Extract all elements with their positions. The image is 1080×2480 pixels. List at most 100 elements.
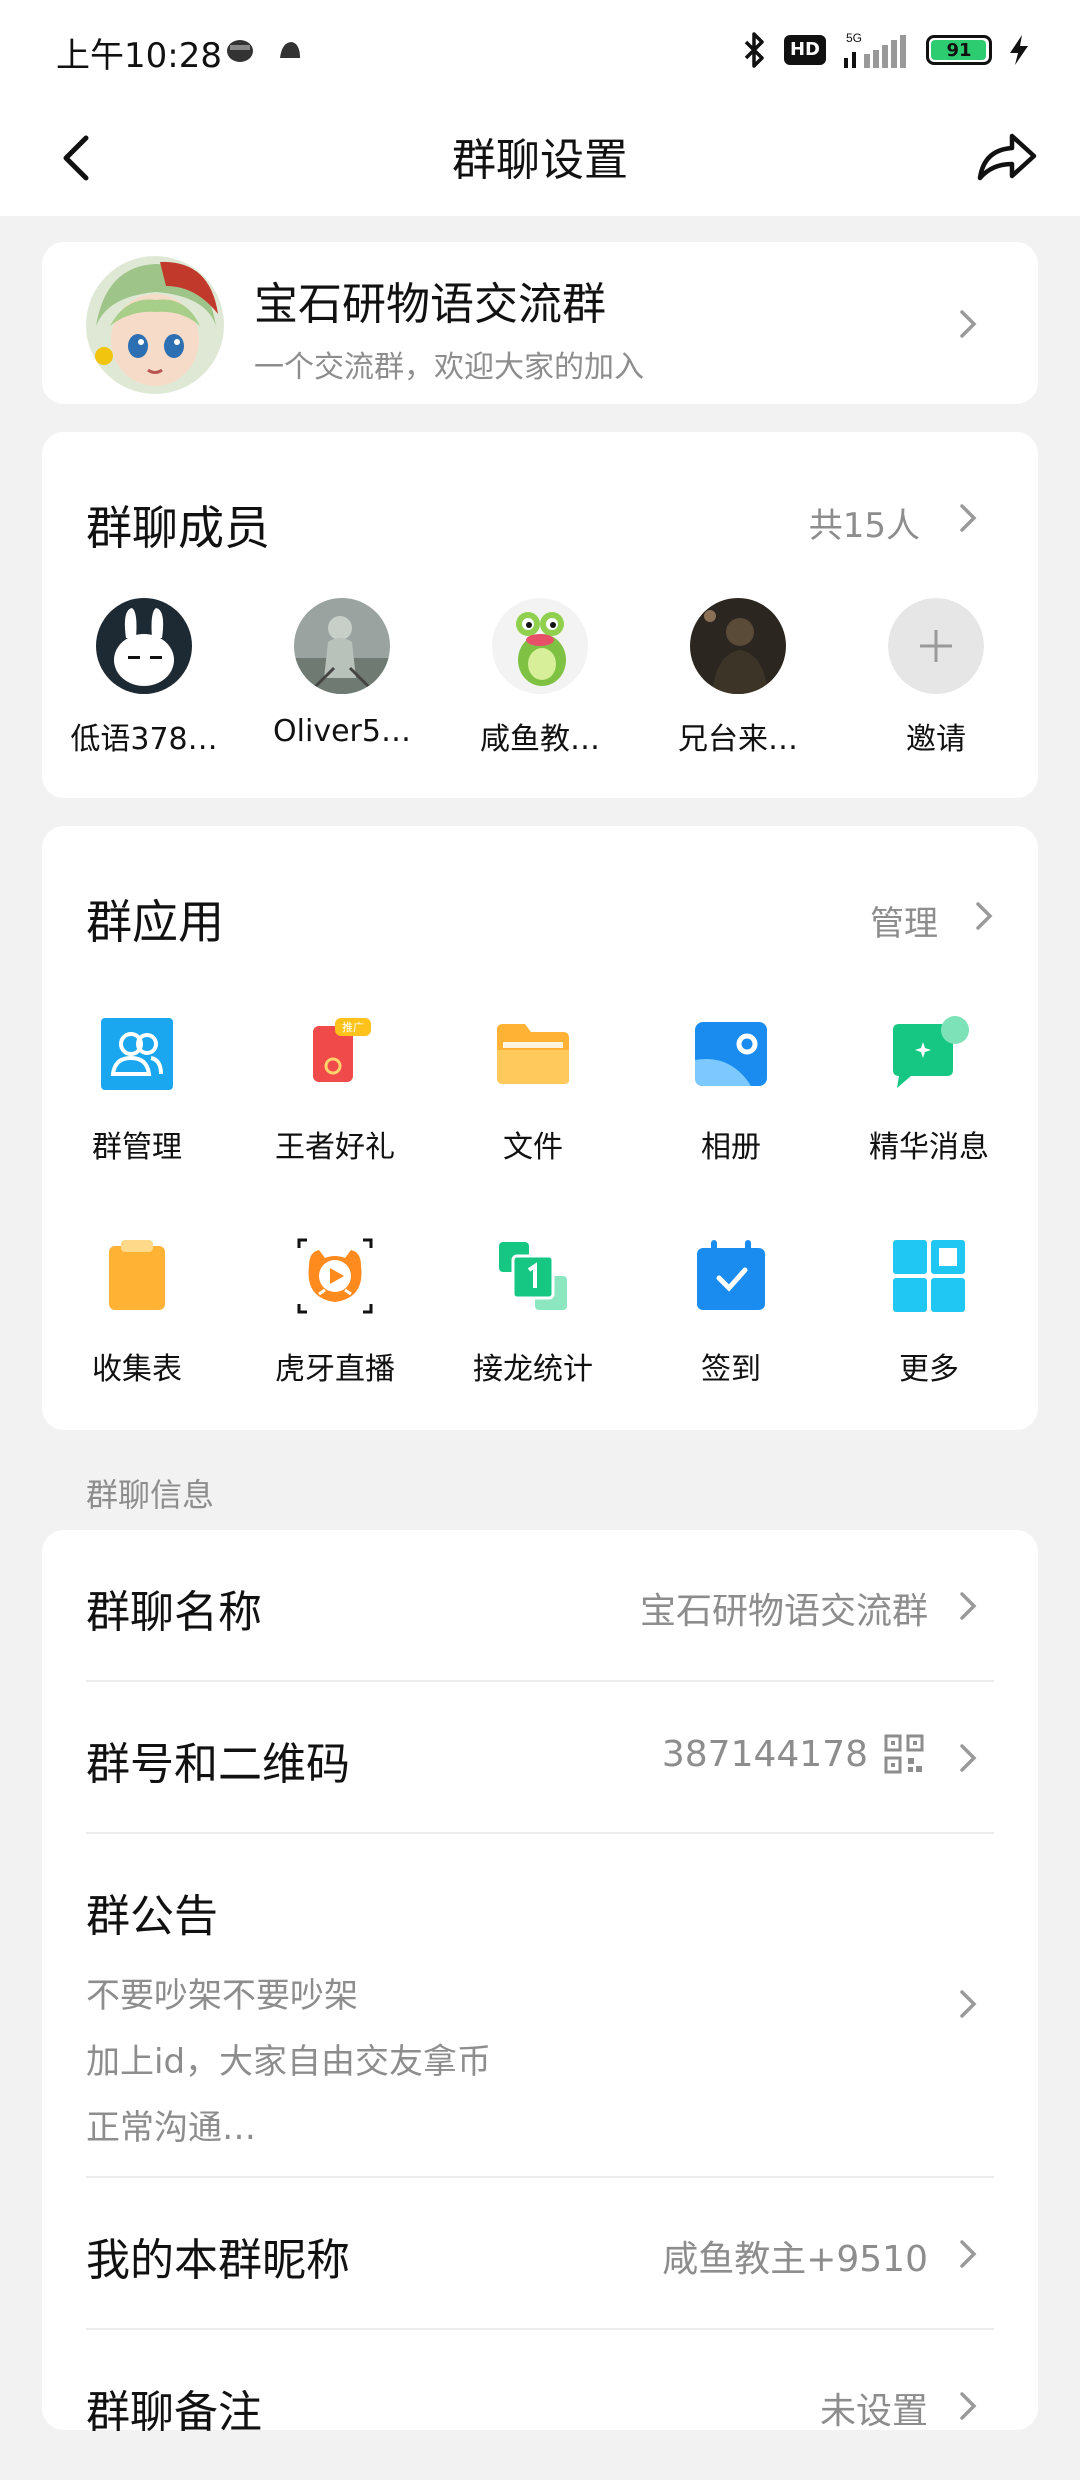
member-avatar[interactable] — [96, 598, 192, 694]
featured-message-icon — [893, 1016, 969, 1088]
row-label: 群号和二维码 — [86, 1739, 350, 1790]
status-time: 上午10:28 — [56, 36, 222, 76]
row-label: 群聊名称 — [86, 1587, 262, 1638]
app-featured-messages[interactable]: 精华消息 — [834, 1014, 1024, 1166]
app-label: 签到 — [701, 1352, 761, 1387]
member-item[interactable]: 低语378… — [54, 598, 234, 758]
navigation-bar: 群聊设置 — [0, 100, 1080, 216]
chevron-right-icon — [960, 1990, 977, 2018]
chevron-right-icon — [960, 310, 977, 338]
more-grid-icon — [893, 1240, 965, 1312]
group-apps-card: 群应用 管理 群管理 推广 王者好礼 文件 相册 精华消息 收集表 虎牙直播 接… — [42, 826, 1038, 1430]
member-item[interactable]: Oliver5… — [252, 598, 432, 749]
app-label: 虎牙直播 — [275, 1352, 395, 1387]
row-my-nickname[interactable]: 我的本群昵称 咸鱼教主+9510 — [42, 2178, 1038, 2328]
row-announcement[interactable]: 群公告 不要吵架不要吵架 加上id，大家自由交友拿币 正常沟通… — [42, 1834, 1038, 2174]
charging-icon — [1010, 35, 1028, 65]
group-name: 宝石研物语交流群 — [254, 279, 606, 330]
row-value: 宝石研物语交流群 — [639, 1591, 928, 1632]
gift-icon: 推广 — [313, 1018, 371, 1082]
chevron-right-icon — [960, 1744, 977, 1772]
member-item[interactable]: 兄台来… — [648, 598, 828, 758]
app-label: 精华消息 — [869, 1130, 989, 1165]
group-avatar[interactable] — [86, 256, 224, 394]
chevron-right-icon — [960, 2240, 977, 2268]
member-avatar[interactable] — [690, 598, 786, 694]
member-avatar[interactable] — [492, 598, 588, 694]
row-label: 我的本群昵称 — [86, 2235, 350, 2286]
member-item[interactable]: 咸鱼教… — [450, 598, 630, 758]
chevron-right-icon — [960, 2392, 977, 2420]
app-files[interactable]: 文件 — [438, 1014, 628, 1166]
chevron-right-icon[interactable] — [972, 896, 998, 936]
member-avatar[interactable] — [294, 598, 390, 694]
album-icon — [695, 1022, 767, 1086]
group-number: 387144178 — [661, 1734, 868, 1775]
signal-icon: 5G — [844, 31, 906, 68]
status-bar: 上午10:28 HD 5G 91 — [0, 0, 1080, 100]
svg-text:5G: 5G — [846, 31, 862, 45]
app-album[interactable]: 相册 — [636, 1014, 826, 1166]
app-gift[interactable]: 推广 王者好礼 — [240, 1014, 430, 1166]
app-notification-icon — [227, 40, 253, 62]
manage-link[interactable]: 管理 — [870, 896, 938, 945]
app-label: 收集表 — [92, 1352, 182, 1387]
row-value: 未设置 — [819, 2391, 928, 2432]
group-info-card: 群聊名称 宝石研物语交流群 群号和二维码 387144178 群公告 不要吵架不… — [42, 1530, 1038, 2438]
group-members-card: 群聊成员 共15人 低语378… Oliver5… 咸鱼教… 兄台来… 邀请 — [42, 432, 1038, 798]
apps-title: 群应用 — [86, 895, 224, 949]
app-label: 相册 — [701, 1130, 761, 1165]
notification-icons — [224, 36, 304, 64]
chevron-right-icon[interactable] — [956, 498, 982, 538]
group-profile-card[interactable]: 宝石研物语交流群 一个交流群，欢迎大家的加入 — [42, 242, 1038, 404]
invite-button[interactable] — [888, 598, 984, 694]
app-collection-form[interactable]: 收集表 — [42, 1236, 232, 1388]
app-checkin[interactable]: 签到 — [636, 1236, 826, 1388]
app-label: 接龙统计 — [473, 1352, 593, 1387]
announcement-line: 不要吵架不要吵架 — [86, 1976, 358, 2016]
member-name: 咸鱼教… — [480, 722, 600, 757]
app-relay-count[interactable]: 接龙统计 — [438, 1236, 628, 1388]
members-title: 群聊成员 — [86, 501, 270, 555]
folder-icon — [497, 1024, 569, 1084]
system-status-icons: HD 5G 91 — [740, 30, 1030, 70]
qr-code-icon[interactable] — [884, 1734, 924, 1774]
row-value: 咸鱼教主+9510 — [662, 2239, 928, 2280]
row-group-number[interactable]: 群号和二维码 387144178 — [42, 1682, 1038, 1832]
relay-count-icon — [499, 1242, 567, 1310]
svg-text:推广: 推广 — [342, 1020, 364, 1034]
info-section-header: 群聊信息 — [86, 1476, 215, 1514]
row-group-name[interactable]: 群聊名称 宝石研物语交流群 — [42, 1530, 1038, 1680]
page-title: 群聊设置 — [452, 135, 628, 186]
plus-icon — [888, 598, 984, 694]
member-count[interactable]: 共15人 — [809, 498, 920, 547]
group-manage-icon — [101, 1018, 173, 1090]
app-huya-live[interactable]: 虎牙直播 — [240, 1236, 430, 1388]
checkin-calendar-icon — [697, 1240, 765, 1310]
battery-percent: 91 — [946, 39, 972, 61]
app-label: 群管理 — [92, 1130, 182, 1165]
chevron-right-icon — [960, 1592, 977, 1620]
announcement-line: 正常沟通… — [86, 2108, 256, 2148]
member-name: 兄台来… — [678, 722, 798, 757]
group-description: 一个交流群，欢迎大家的加入 — [254, 350, 644, 385]
share-icon[interactable] — [970, 120, 1044, 194]
app-more[interactable]: 更多 — [834, 1236, 1024, 1388]
row-group-remark[interactable]: 群聊备注 未设置 — [42, 2330, 1038, 2480]
battery-icon: 91 — [926, 35, 992, 65]
app-label: 王者好礼 — [275, 1130, 395, 1165]
member-name: 低语378… — [70, 722, 218, 757]
app-label: 文件 — [503, 1130, 563, 1165]
app-group-manage[interactable]: 群管理 — [42, 1014, 232, 1166]
app-notification-icon — [280, 42, 300, 58]
hd-badge: HD — [783, 35, 826, 65]
clipboard-icon — [109, 1240, 165, 1310]
announcement-line: 加上id，大家自由交友拿币 — [86, 2042, 492, 2082]
huya-live-icon — [297, 1238, 373, 1314]
bluetooth-icon — [744, 32, 764, 68]
row-label: 群聊备注 — [86, 2387, 262, 2438]
invite-label: 邀请 — [906, 722, 966, 757]
row-label: 群公告 — [86, 1891, 218, 1942]
app-label: 更多 — [899, 1352, 959, 1387]
invite-item[interactable]: 邀请 — [846, 598, 1026, 758]
